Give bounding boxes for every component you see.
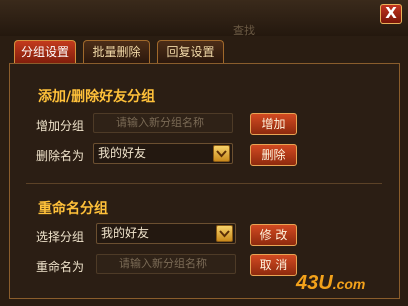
background-tab-label: 查找 xyxy=(233,24,255,37)
add-group-input[interactable]: 请输入新分组名称 xyxy=(93,113,233,133)
chevron-down-icon[interactable] xyxy=(216,225,233,242)
close-button[interactable]: X xyxy=(380,4,402,24)
section-title-rename: 重命名分组 xyxy=(38,201,108,217)
section-title-add-delete: 添加/删除好友分组 xyxy=(38,89,156,105)
cancel-button[interactable]: 取 消 xyxy=(250,254,297,276)
add-group-label: 增加分组 xyxy=(36,119,85,133)
site-watermark-logo: 43U.com xyxy=(296,272,365,295)
delete-group-selected: 我的好友 xyxy=(98,146,147,160)
tab-reply-settings[interactable]: 回复设置 xyxy=(157,40,224,64)
rename-group-select[interactable]: 我的好友 xyxy=(96,223,236,244)
watermark-suffix: .com xyxy=(332,276,366,292)
delete-button[interactable]: 删除 xyxy=(250,144,297,166)
chevron-down-icon[interactable] xyxy=(213,145,230,162)
select-group-label: 选择分组 xyxy=(36,230,85,244)
rename-group-selected: 我的好友 xyxy=(101,226,150,240)
modify-button[interactable]: 修 改 xyxy=(250,224,297,246)
title-bar: 查找 X xyxy=(0,0,408,37)
delete-group-label: 删除名为 xyxy=(36,149,85,163)
tab-batch-delete[interactable]: 批量删除 xyxy=(83,40,150,64)
tab-group-settings[interactable]: 分组设置 xyxy=(14,40,76,65)
delete-group-select[interactable]: 我的好友 xyxy=(93,143,233,164)
rename-input[interactable]: 请输入新分组名称 xyxy=(96,254,236,274)
watermark-brand: 43U xyxy=(296,272,333,294)
section-divider xyxy=(26,183,382,184)
rename-label: 重命名为 xyxy=(36,260,85,274)
add-button[interactable]: 增加 xyxy=(250,113,297,135)
